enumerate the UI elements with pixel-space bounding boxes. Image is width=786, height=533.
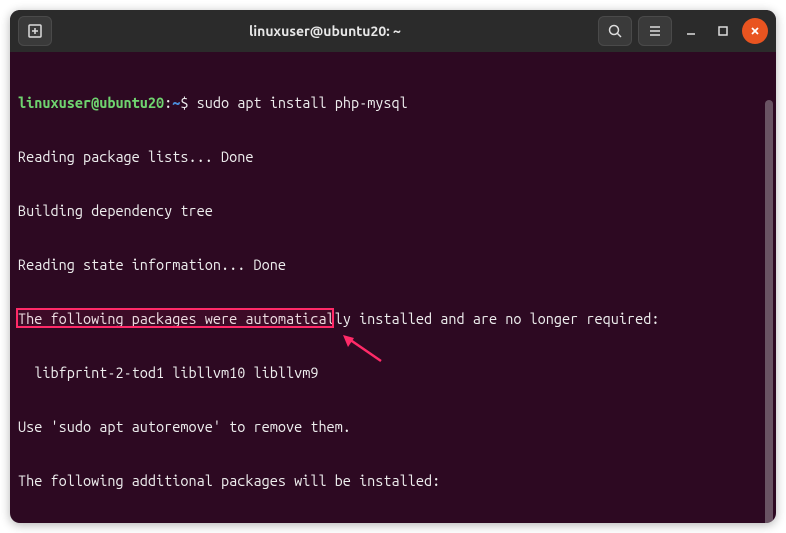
- titlebar: linuxuser@ubuntu20: ~: [10, 10, 776, 52]
- command-text: sudo apt install php-mysql: [197, 94, 408, 111]
- terminal-window: linuxuser@ubuntu20: ~: [10, 10, 776, 523]
- output-line: Building dependency tree: [18, 202, 768, 220]
- new-tab-button[interactable]: [18, 16, 52, 46]
- terminal-body[interactable]: linuxuser@ubuntu20:~$ sudo apt install p…: [10, 52, 776, 523]
- window-title: linuxuser@ubuntu20: ~: [60, 23, 590, 39]
- menu-button[interactable]: [638, 16, 672, 46]
- titlebar-right: [598, 16, 768, 46]
- output-line: Reading package lists... Done: [18, 148, 768, 166]
- output-line: Reading state information... Done: [18, 256, 768, 274]
- prompt-user-host: linuxuser@ubuntu20: [18, 94, 164, 111]
- close-button[interactable]: [742, 18, 768, 44]
- prompt-line: linuxuser@ubuntu20:~$ sudo apt install p…: [18, 94, 768, 112]
- scrollbar-thumb[interactable]: [765, 100, 773, 523]
- scrollbar[interactable]: [765, 100, 773, 523]
- output-line: The following packages were automaticall…: [18, 310, 768, 328]
- minimize-button[interactable]: [678, 18, 704, 44]
- output-line: The following additional packages will b…: [18, 472, 768, 490]
- output-line: Use 'sudo apt autoremove' to remove them…: [18, 418, 768, 436]
- output-line: libfprint-2-tod1 libllvm10 libllvm9: [18, 364, 768, 382]
- maximize-button[interactable]: [710, 18, 736, 44]
- prompt-symbol: $: [180, 94, 188, 111]
- search-button[interactable]: [598, 16, 632, 46]
- annotation-arrow-icon: [343, 335, 383, 363]
